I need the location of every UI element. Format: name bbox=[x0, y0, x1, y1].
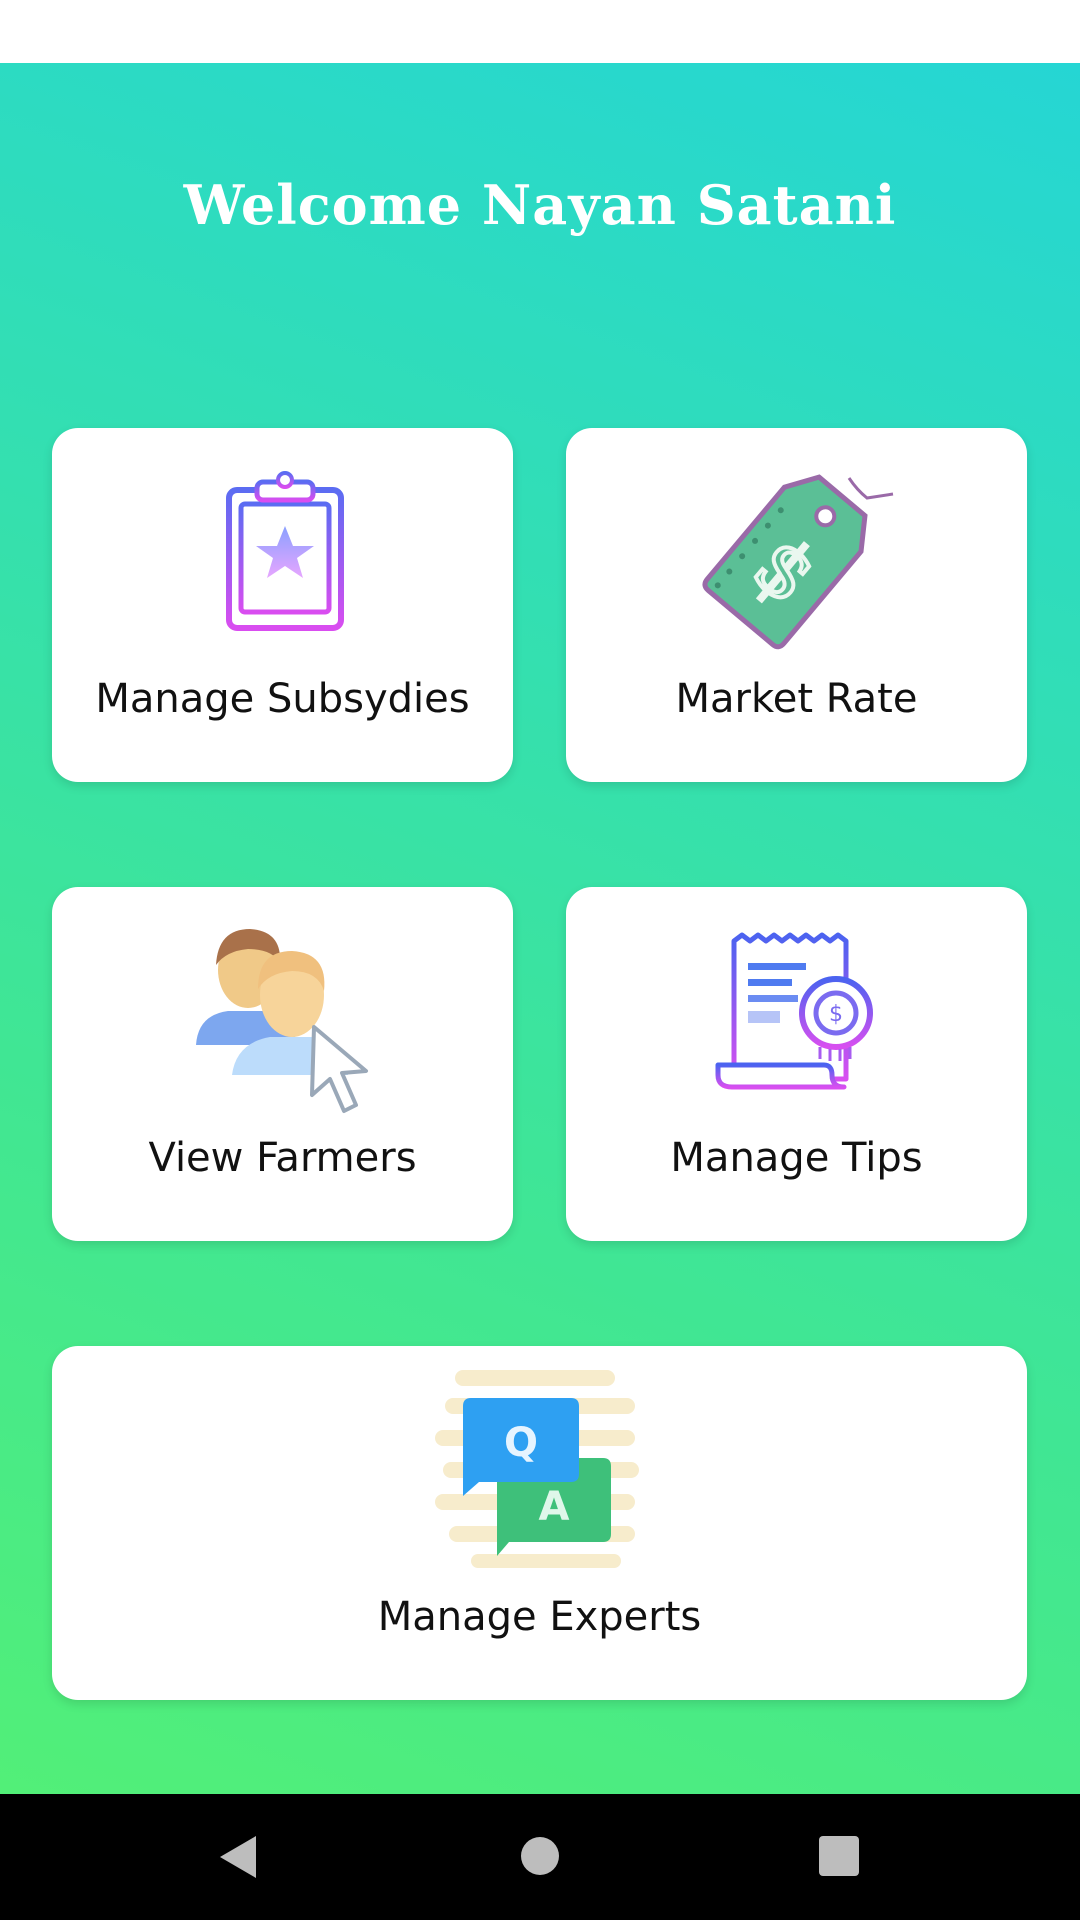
welcome-title: Welcome Nayan Satani bbox=[183, 173, 897, 237]
svg-text:A: A bbox=[538, 1484, 569, 1530]
qa-chat-icon: A Q bbox=[434, 1370, 639, 1568]
manage-subsidies-label: Manage Subsydies bbox=[95, 676, 470, 722]
manage-experts-label: Manage Experts bbox=[377, 1594, 702, 1640]
status-bar bbox=[0, 0, 1080, 63]
price-tag-icon: $ bbox=[701, 474, 893, 650]
manage-subsidies-card[interactable]: Manage Subsydies bbox=[52, 428, 513, 782]
dashboard: Welcome Nayan Satani Manage Subsydies $ … bbox=[0, 63, 1080, 1794]
clipboard-star-icon bbox=[225, 471, 344, 631]
view-farmers-label: View Farmers bbox=[148, 1135, 417, 1181]
view-farmers-card[interactable]: View Farmers bbox=[52, 887, 513, 1241]
recents-icon[interactable] bbox=[817, 1834, 861, 1878]
users-cursor-icon bbox=[195, 929, 368, 1113]
home-icon[interactable] bbox=[518, 1834, 562, 1878]
navigation-bar bbox=[0, 1794, 1080, 1920]
receipt-coin-icon: $ bbox=[715, 932, 873, 1090]
market-rate-label: Market Rate bbox=[675, 676, 918, 722]
back-icon[interactable] bbox=[216, 1834, 260, 1880]
manage-tips-card[interactable]: $ Manage Tips bbox=[566, 887, 1027, 1241]
manage-tips-label: Manage Tips bbox=[670, 1135, 923, 1181]
svg-text:Q: Q bbox=[503, 1420, 537, 1466]
svg-text:$: $ bbox=[829, 1002, 843, 1027]
market-rate-card[interactable]: $ Market Rate bbox=[566, 428, 1027, 782]
manage-experts-card[interactable]: A Q Manage Experts bbox=[52, 1346, 1027, 1700]
